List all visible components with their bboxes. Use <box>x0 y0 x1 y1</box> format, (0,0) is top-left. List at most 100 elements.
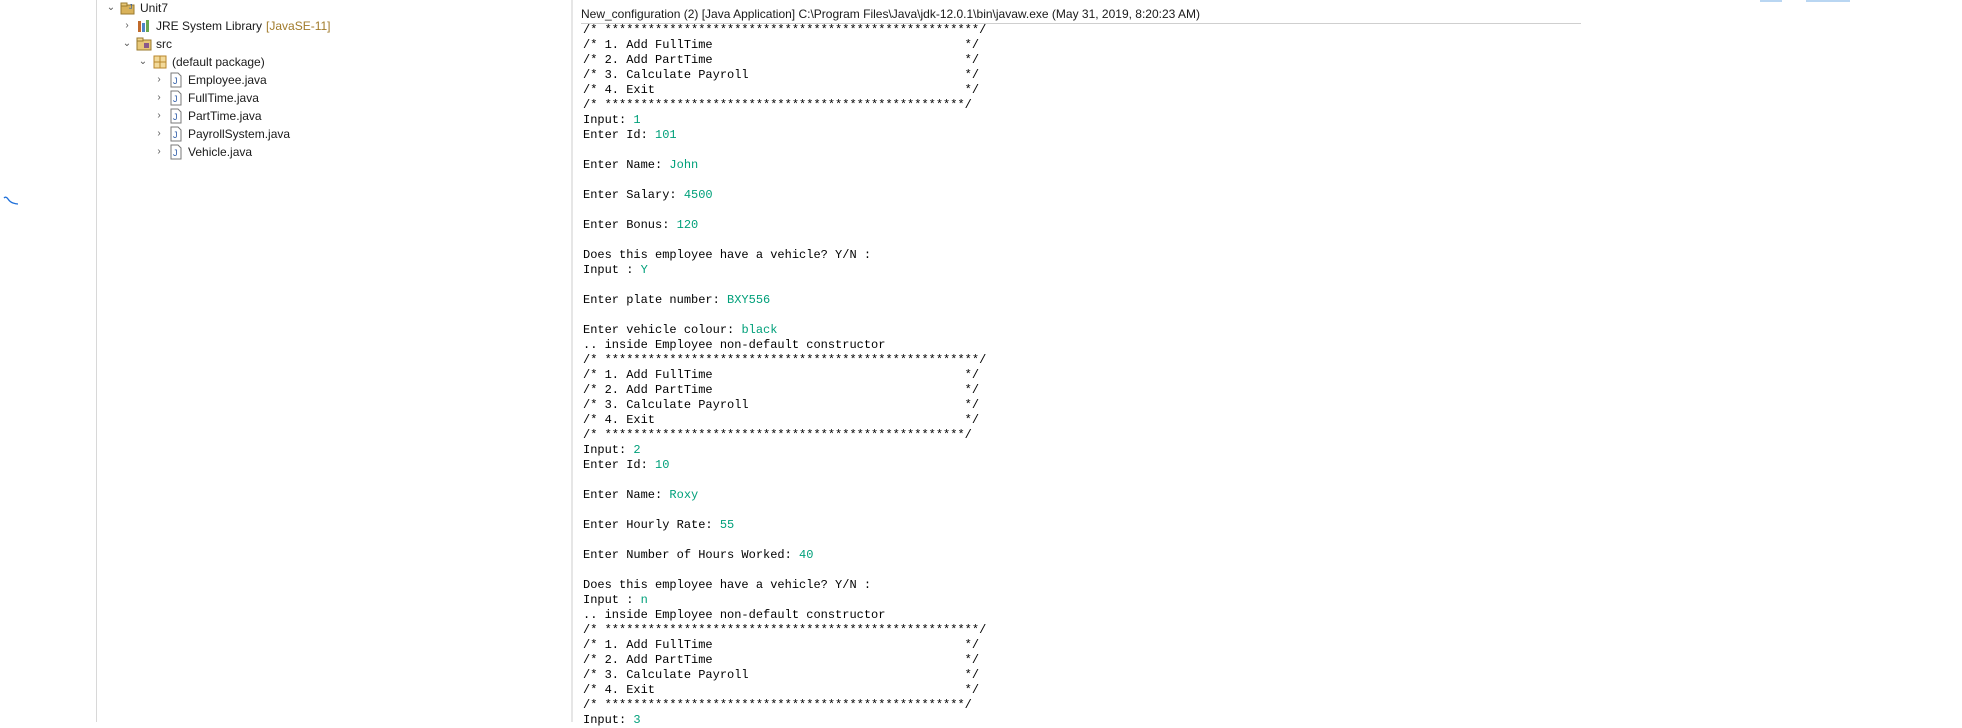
console-line: Enter vehicle colour: black <box>583 323 986 338</box>
chevron-down-icon[interactable]: ⌄ <box>137 53 149 71</box>
console-output-text: .. inside Employee non-default construct… <box>583 608 886 622</box>
console-user-input: 2 <box>633 443 641 457</box>
tree-default-package[interactable]: ⌄ (default package) <box>137 53 265 71</box>
console-output[interactable]: /* *************************************… <box>583 23 986 728</box>
console-output-text: /* 2. Add PartTime */ <box>583 383 980 397</box>
console-output-text: /* *************************************… <box>583 353 987 367</box>
console-line: /* *************************************… <box>583 353 986 368</box>
console-output-text: /* 1. Add FullTime */ <box>583 638 980 652</box>
java-file-icon: J <box>168 144 184 160</box>
console-line: /* *************************************… <box>583 23 986 38</box>
tree-file-fulltime[interactable]: › J FullTime.java <box>153 89 259 107</box>
console-output-text: Does this employee have a vehicle? Y/N : <box>583 248 872 262</box>
console-output-text: /* 4. Exit */ <box>583 413 980 427</box>
tree-file-parttime[interactable]: › J PartTime.java <box>153 107 262 125</box>
tree-file-employee[interactable]: › J Employee.java <box>153 71 267 89</box>
console-line: /* *************************************… <box>583 623 986 638</box>
java-file-icon: J <box>168 108 184 124</box>
console-line: /* 2. Add PartTime */ <box>583 383 986 398</box>
tree-src-folder[interactable]: ⌄ src <box>121 35 172 53</box>
console-output-text: Enter Name: <box>583 158 670 172</box>
file-label: FullTime.java <box>188 91 259 105</box>
chevron-right-icon[interactable]: › <box>153 71 165 89</box>
java-file-icon: J <box>168 126 184 142</box>
svg-text:J: J <box>173 148 178 158</box>
console-user-input: 120 <box>676 218 699 232</box>
console-user-input: Y <box>640 263 648 277</box>
java-file-icon: J <box>168 90 184 106</box>
console-output-text: Does this employee have a vehicle? Y/N : <box>583 578 872 592</box>
console-user-input: n <box>640 593 648 607</box>
console-user-input: John <box>669 158 699 172</box>
src-label: src <box>156 37 172 51</box>
console-output-text: Input: <box>583 113 634 127</box>
console-line: Enter Name: Roxy <box>583 488 986 503</box>
console-line: Enter Bonus: 120 <box>583 218 986 233</box>
file-label: PayrollSystem.java <box>188 127 291 141</box>
console-user-input: 10 <box>655 458 670 472</box>
console-line: Does this employee have a vehicle? Y/N : <box>583 248 986 263</box>
tree-file-payrollsystem[interactable]: › J PayrollSystem.java <box>153 125 290 143</box>
console-line: Enter Salary: 4500 <box>583 188 986 203</box>
file-label: PartTime.java <box>188 109 262 123</box>
console-line: /* *************************************… <box>583 698 986 713</box>
package-explorer: ⌄ J Unit7 › JRE System Library [JavaSE-1… <box>97 0 571 722</box>
console-user-input: 3 <box>633 713 641 727</box>
file-label: Vehicle.java <box>188 145 253 159</box>
console-line: /* 1. Add FullTime */ <box>583 368 986 383</box>
console-user-input: 40 <box>799 548 814 562</box>
console-line: Enter Id: 101 <box>583 128 986 143</box>
console-line: /* 2. Add PartTime */ <box>583 53 986 68</box>
java-file-icon: J <box>168 72 184 88</box>
tree-jre-library[interactable]: › JRE System Library [JavaSE-11] <box>121 17 330 35</box>
console-output-text: Enter Bonus: <box>583 218 677 232</box>
console-line: Input : Y <box>583 263 986 278</box>
source-folder-icon <box>136 36 152 52</box>
console-line: /* *************************************… <box>583 98 986 113</box>
console-output-text: /* 3. Calculate Payroll */ <box>583 68 980 82</box>
tree-project-unit7[interactable]: ⌄ J Unit7 <box>105 0 168 17</box>
package-label: (default package) <box>172 55 265 69</box>
console-line: Enter Name: John <box>583 158 986 173</box>
console-user-input: 101 <box>655 128 677 142</box>
console-output-text: Enter Name: <box>583 488 670 502</box>
console-output-text: Input: <box>583 713 634 727</box>
chevron-right-icon[interactable]: › <box>121 17 133 35</box>
java-project-icon: J <box>120 0 136 16</box>
console-line: Input: 3 <box>583 713 986 728</box>
console-line: Input: 2 <box>583 443 986 458</box>
tree-file-vehicle[interactable]: › J Vehicle.java <box>153 143 252 161</box>
chevron-down-icon[interactable]: ⌄ <box>105 0 117 17</box>
console-line: /* 4. Exit */ <box>583 83 986 98</box>
console-user-input: black <box>741 323 778 337</box>
console-line: /* 3. Calculate Payroll */ <box>583 398 986 413</box>
chevron-right-icon[interactable]: › <box>153 125 165 143</box>
console-output-text: Enter Number of Hours Worked: <box>583 548 800 562</box>
jre-library-label: JRE System Library <box>156 19 263 33</box>
console-output-text: /* 1. Add FullTime */ <box>583 368 980 382</box>
console-line: Enter Number of Hours Worked: 40 <box>583 548 986 563</box>
console-view[interactable]: New_configuration (2) [Java Application]… <box>573 0 1962 727</box>
project-label: Unit7 <box>140 1 169 15</box>
console-output-text: /* 3. Calculate Payroll */ <box>583 668 980 682</box>
file-label: Employee.java <box>188 73 267 87</box>
console-output-text: Input : <box>583 263 641 277</box>
console-output-text: Enter Salary: <box>583 188 684 202</box>
chevron-right-icon[interactable]: › <box>153 107 165 125</box>
chevron-down-icon[interactable]: ⌄ <box>121 35 133 53</box>
console-output-text: /* *************************************… <box>583 698 972 712</box>
svg-text:J: J <box>173 112 178 122</box>
toolbar-highlight <box>1806 0 1850 2</box>
chevron-right-icon[interactable]: › <box>153 89 165 107</box>
console-user-input: 55 <box>719 518 735 532</box>
svg-text:J: J <box>173 94 178 104</box>
console-output-text: /* 4. Exit */ <box>583 683 980 697</box>
chevron-right-icon[interactable]: › <box>153 143 165 161</box>
